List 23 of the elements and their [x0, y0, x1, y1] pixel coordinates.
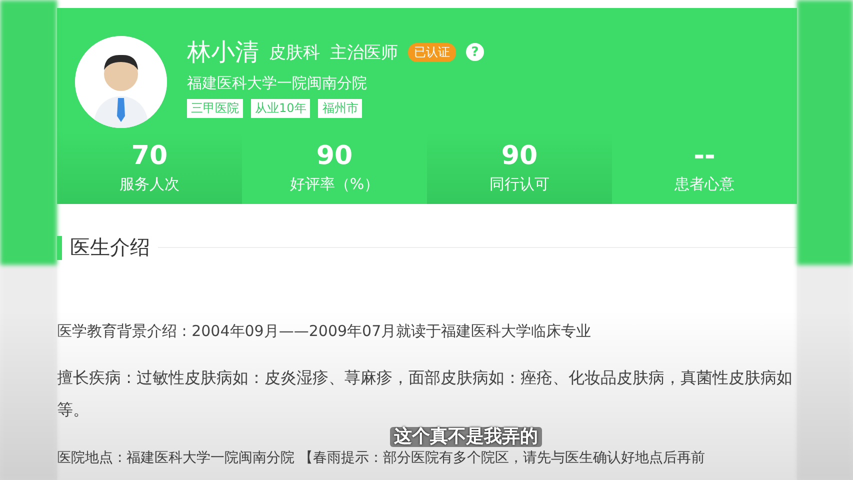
- doctor-title: 主治医师: [330, 42, 398, 64]
- help-icon[interactable]: ?: [466, 43, 484, 61]
- intro-paragraph: 医学教育背景介绍 : 2004年09月——2009年07月就读于福建医科大学临床专业: [57, 321, 592, 342]
- intro-paragraph: 医院地点 : 福建医科大学一院闽南分院 【春雨提示：部分医院有多个院区，请先与医生确认好地点后再前: [57, 449, 706, 468]
- stat-value: 90: [501, 140, 538, 170]
- hospital-name: 福建医科大学一院闽南分院: [187, 74, 368, 93]
- stat-value: 90: [316, 140, 353, 170]
- doctor-name: 林小清: [187, 37, 259, 68]
- tag: 从业10年: [251, 99, 310, 118]
- department: 皮肤科: [269, 42, 320, 64]
- verified-badge: 已认证: [408, 42, 456, 62]
- tag: 福州市: [318, 99, 362, 118]
- stat-value: 70: [131, 140, 168, 170]
- section-title: 医生介绍: [70, 234, 150, 261]
- intro-paragraph: 擅长疾病 : 过敏性皮肤病如：皮炎湿疹、荨麻疹，面部皮肤病如：痤疮、化妆品皮肤病，真菌性皮肤病如等。: [57, 367, 794, 421]
- stat-label: 患者心意: [674, 174, 734, 194]
- stat-label: 服务人次: [120, 174, 180, 194]
- stat-value: --: [694, 140, 716, 170]
- tag: 三甲医院: [187, 99, 243, 118]
- stat-label: 同行认可: [490, 174, 550, 194]
- stat-label: 好评率（%）: [290, 174, 380, 194]
- accent-bar: [57, 236, 62, 260]
- video-subtitle: 这个真不是我弄的: [390, 427, 542, 447]
